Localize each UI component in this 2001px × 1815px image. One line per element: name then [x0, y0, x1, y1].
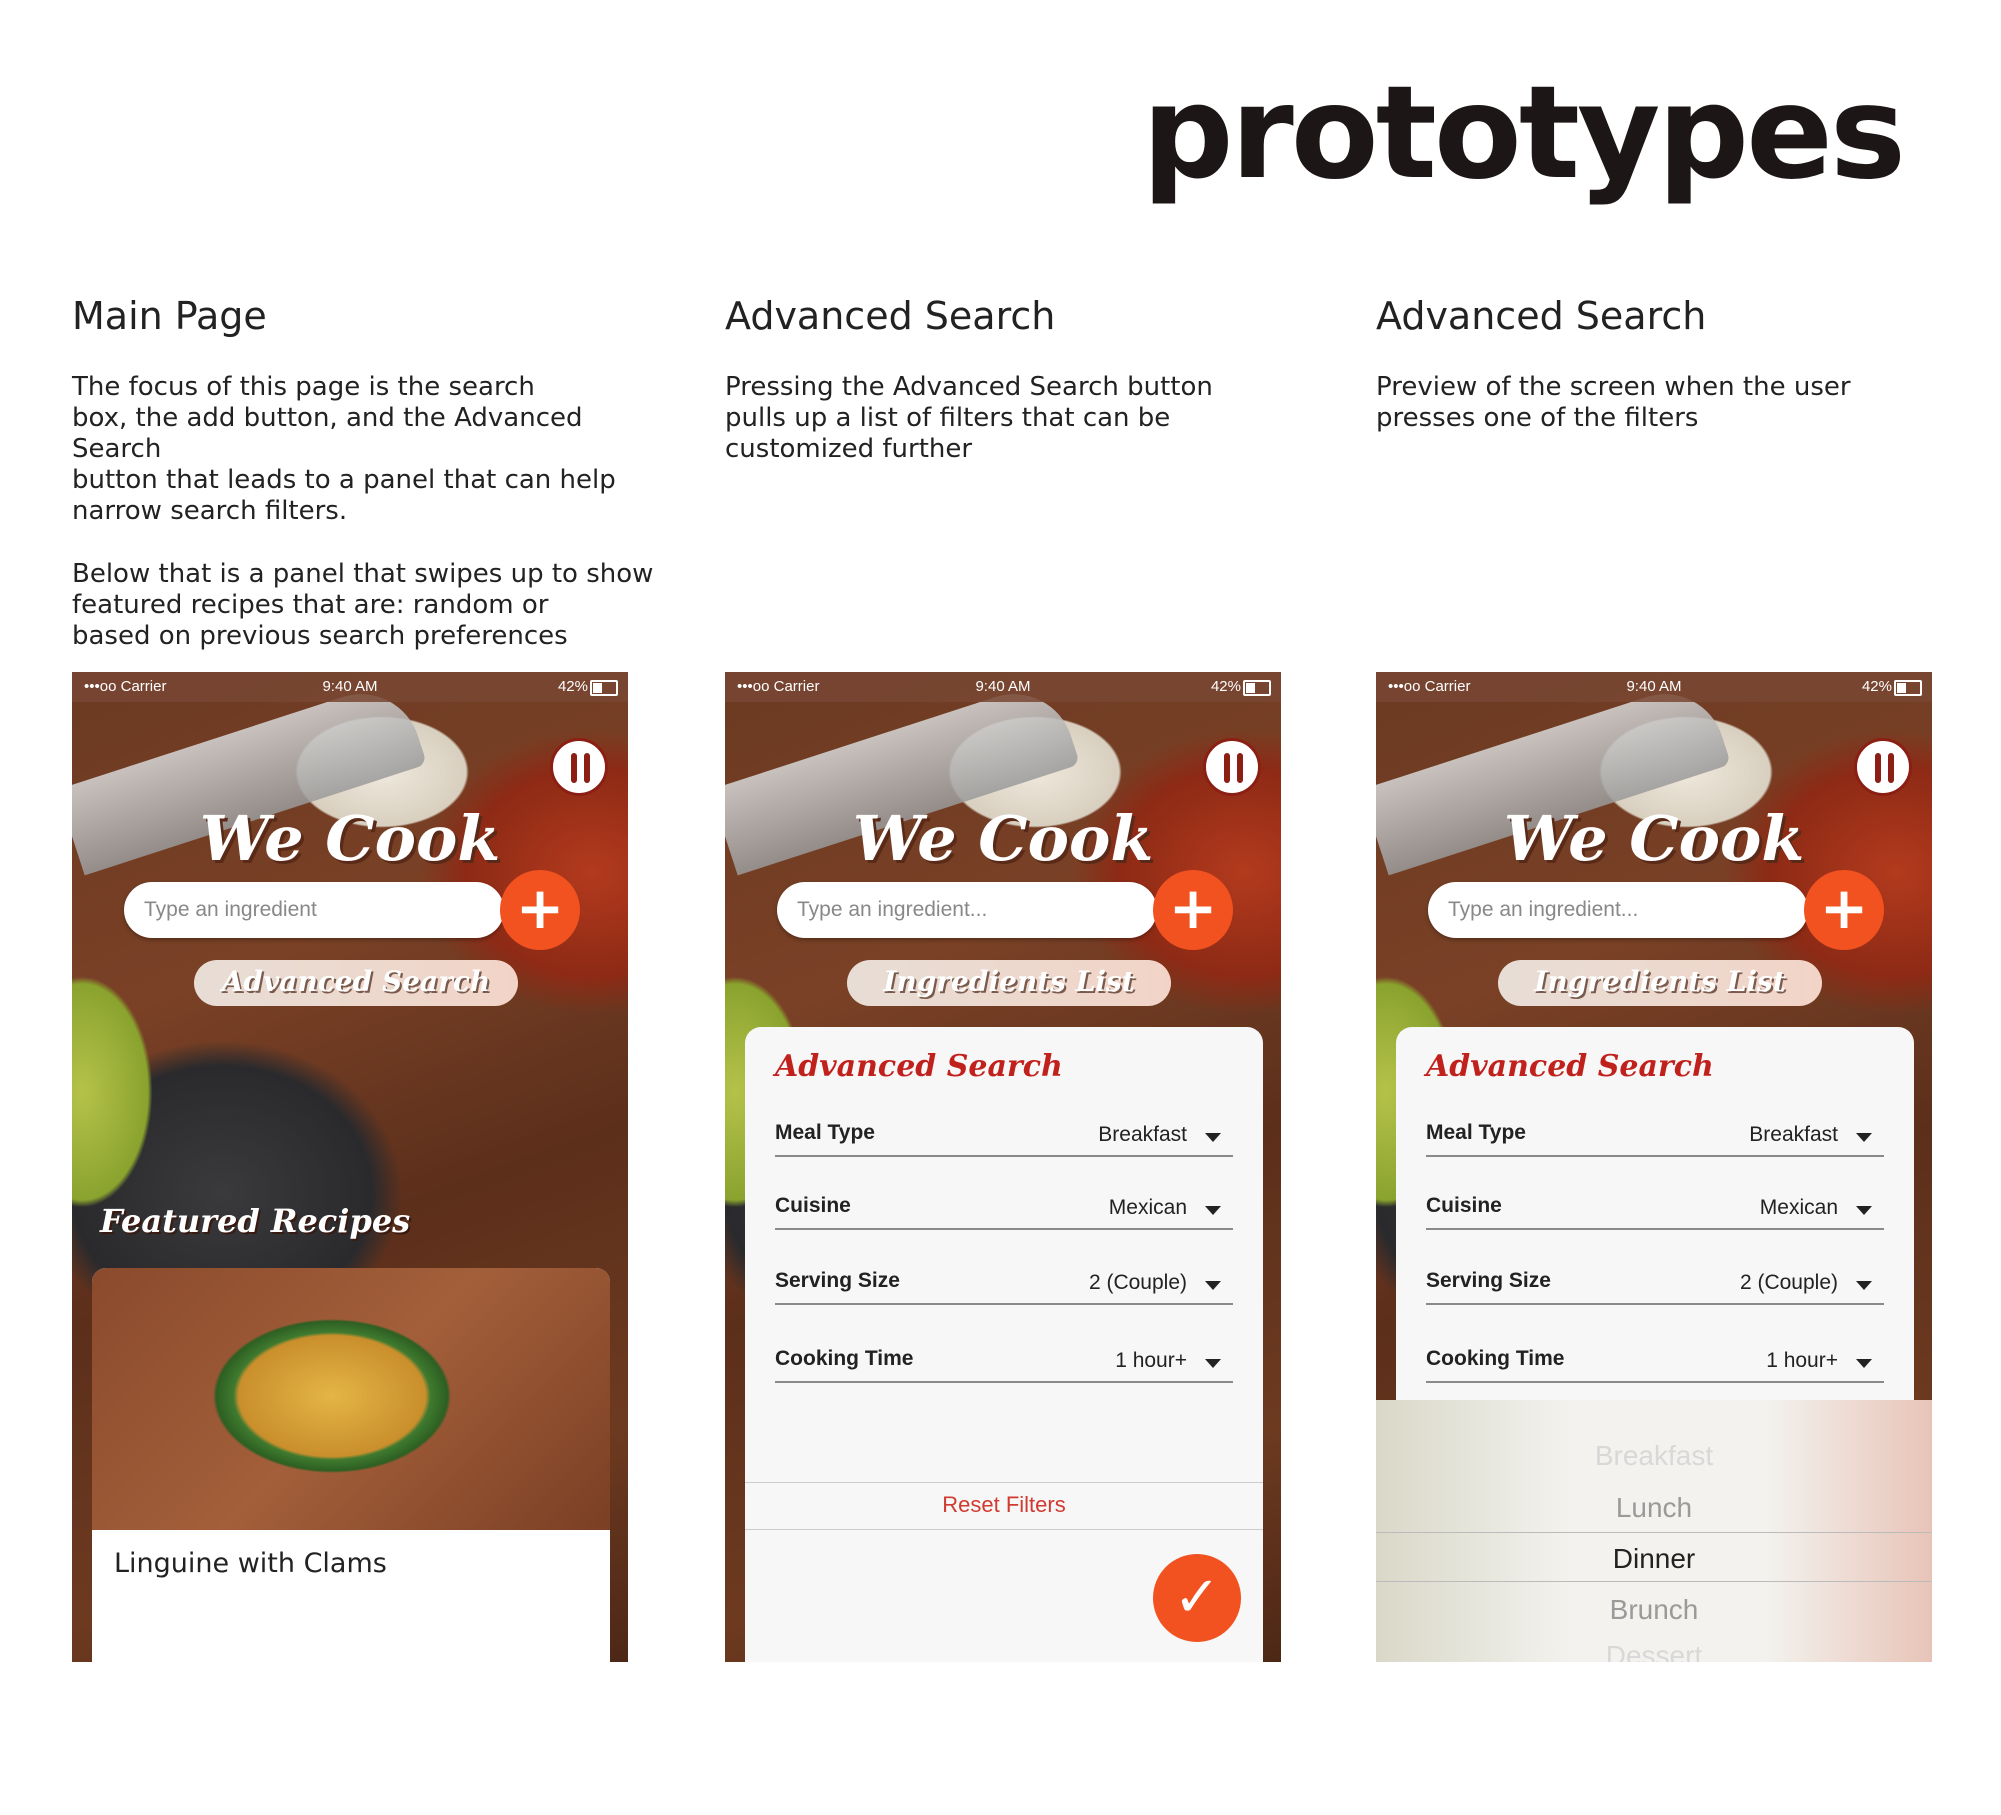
column-description: The focus of this page is the search box…: [72, 372, 616, 526]
phone-main-page: •••oo Carrier 9:40 AM 42% We Cook + Adva…: [72, 672, 628, 1662]
time-label: 9:40 AM: [975, 678, 1031, 695]
battery-label: 42%: [557, 678, 588, 695]
picker-option-selected[interactable]: Dinner: [1376, 1543, 1932, 1575]
fork-knife-icon[interactable]: [1854, 738, 1912, 796]
filter-value: Breakfast: [1098, 1123, 1187, 1146]
fork-knife-icon[interactable]: [1203, 738, 1261, 796]
status-bar: •••oo Carrier 9:40 AM 42%: [72, 672, 628, 702]
search-input[interactable]: [142, 897, 466, 923]
battery-label: 42%: [1861, 678, 1892, 695]
recipe-image: [92, 1268, 610, 1530]
dropdown-arrow-icon: [1856, 1133, 1872, 1142]
panel-title: Advanced Search: [775, 1049, 1063, 1084]
time-label: 9:40 AM: [322, 678, 378, 695]
column-heading: Main Page: [72, 294, 267, 338]
ingredients-list-button[interactable]: Ingredients List: [1498, 960, 1822, 1006]
column-advanced-search: Advanced Search Pressing the Advanced Se…: [725, 294, 1325, 497]
picker-option[interactable]: Breakfast: [1376, 1440, 1932, 1472]
dropdown-arrow-icon: [1856, 1359, 1872, 1368]
app-logo: We Cook: [199, 802, 501, 875]
filter-value: 1 hour+: [1115, 1349, 1187, 1372]
reset-filters-button[interactable]: Reset Filters: [745, 1482, 1263, 1530]
column-heading: Advanced Search: [1376, 294, 1707, 338]
battery-icon: [1894, 680, 1922, 696]
time-label: 9:40 AM: [1626, 678, 1682, 695]
column-description: Below that is a panel that swipes up to …: [72, 559, 654, 651]
filter-label: Serving Size: [775, 1269, 900, 1292]
ingredient-search[interactable]: [124, 882, 504, 938]
filter-label: Cuisine: [775, 1194, 851, 1217]
ingredients-list-button[interactable]: Ingredients List: [847, 960, 1171, 1006]
dropdown-arrow-icon: [1205, 1281, 1221, 1290]
filter-label: Cooking Time: [1426, 1347, 1565, 1370]
filter-meal-type[interactable]: Meal Type Breakfast: [775, 1117, 1233, 1157]
column-heading: Advanced Search: [725, 294, 1056, 338]
filter-value: 1 hour+: [1766, 1349, 1838, 1372]
column-description: Preview of the screen when the user pres…: [1376, 372, 1851, 433]
advanced-search-button[interactable]: Advanced Search: [194, 960, 518, 1006]
filter-value: 2 (Couple): [1739, 1271, 1838, 1294]
battery-icon: [1243, 680, 1271, 696]
filter-value: 2 (Couple): [1088, 1271, 1187, 1294]
picker-option[interactable]: Lunch: [1376, 1492, 1932, 1524]
panel-title: Advanced Search: [1426, 1049, 1714, 1084]
dropdown-arrow-icon: [1205, 1206, 1221, 1215]
ingredient-search[interactable]: [777, 882, 1157, 938]
picker-option[interactable]: Dessert: [1376, 1640, 1932, 1662]
checkmark-icon[interactable]: ✓: [1153, 1554, 1241, 1642]
filter-serving-size[interactable]: Serving Size 2 (Couple): [775, 1265, 1233, 1305]
status-bar: •••oo Carrier 9:40 AM 42%: [1376, 672, 1932, 702]
filter-serving-size[interactable]: Serving Size 2 (Couple): [1426, 1265, 1884, 1305]
search-input[interactable]: [795, 897, 1119, 923]
filter-value: Breakfast: [1749, 1123, 1838, 1146]
add-ingredient-button[interactable]: +: [1153, 870, 1233, 950]
dropdown-arrow-icon: [1856, 1206, 1872, 1215]
app-logo: We Cook: [852, 802, 1154, 875]
filter-label: Cuisine: [1426, 1194, 1502, 1217]
phone-filter-picker: •••oo Carrier 9:40 AM 42% We Cook + Ingr…: [1376, 672, 1932, 1662]
column-advanced-search-preview: Advanced Search Preview of the screen wh…: [1376, 294, 1976, 466]
app-logo: We Cook: [1503, 802, 1805, 875]
status-bar: •••oo Carrier 9:40 AM 42%: [725, 672, 1281, 702]
filter-label: Serving Size: [1426, 1269, 1551, 1292]
column-main-page: Main Page The focus of this page is the …: [72, 294, 672, 684]
picker-option[interactable]: Brunch: [1376, 1594, 1932, 1626]
filter-meal-type[interactable]: Meal Type Breakfast: [1426, 1117, 1884, 1157]
dropdown-arrow-icon: [1205, 1133, 1221, 1142]
battery-label: 42%: [1210, 678, 1241, 695]
meal-type-picker[interactable]: Breakfast Lunch Dinner Brunch Dessert: [1376, 1400, 1932, 1662]
dropdown-arrow-icon: [1856, 1281, 1872, 1290]
dropdown-arrow-icon: [1205, 1359, 1221, 1368]
featured-recipes-heading: Featured Recipes: [100, 1202, 411, 1240]
filter-cuisine[interactable]: Cuisine Mexican: [1426, 1190, 1884, 1230]
advanced-search-panel: Advanced Search Meal Type Breakfast Cuis…: [745, 1027, 1263, 1662]
battery-icon: [590, 680, 618, 696]
phone-advanced-search: •••oo Carrier 9:40 AM 42% We Cook + Ingr…: [725, 672, 1281, 1662]
recipe-card[interactable]: Linguine with Clams: [92, 1268, 610, 1662]
filter-label: Meal Type: [775, 1121, 875, 1144]
fork-knife-icon[interactable]: [550, 738, 608, 796]
search-input[interactable]: [1446, 897, 1770, 923]
recipe-name: Linguine with Clams: [114, 1548, 387, 1579]
add-ingredient-button[interactable]: +: [500, 870, 580, 950]
filter-cooking-time[interactable]: Cooking Time 1 hour+: [1426, 1343, 1884, 1383]
filter-cooking-time[interactable]: Cooking Time 1 hour+: [775, 1343, 1233, 1383]
add-ingredient-button[interactable]: +: [1804, 870, 1884, 950]
filter-cuisine[interactable]: Cuisine Mexican: [775, 1190, 1233, 1230]
filter-label: Cooking Time: [775, 1347, 914, 1370]
filter-label: Meal Type: [1426, 1121, 1526, 1144]
filter-value: Mexican: [1759, 1196, 1838, 1219]
ingredient-search[interactable]: [1428, 882, 1808, 938]
page-title: prototypes: [1142, 59, 1906, 208]
filter-value: Mexican: [1108, 1196, 1187, 1219]
column-description: Pressing the Advanced Search button pull…: [725, 372, 1213, 464]
